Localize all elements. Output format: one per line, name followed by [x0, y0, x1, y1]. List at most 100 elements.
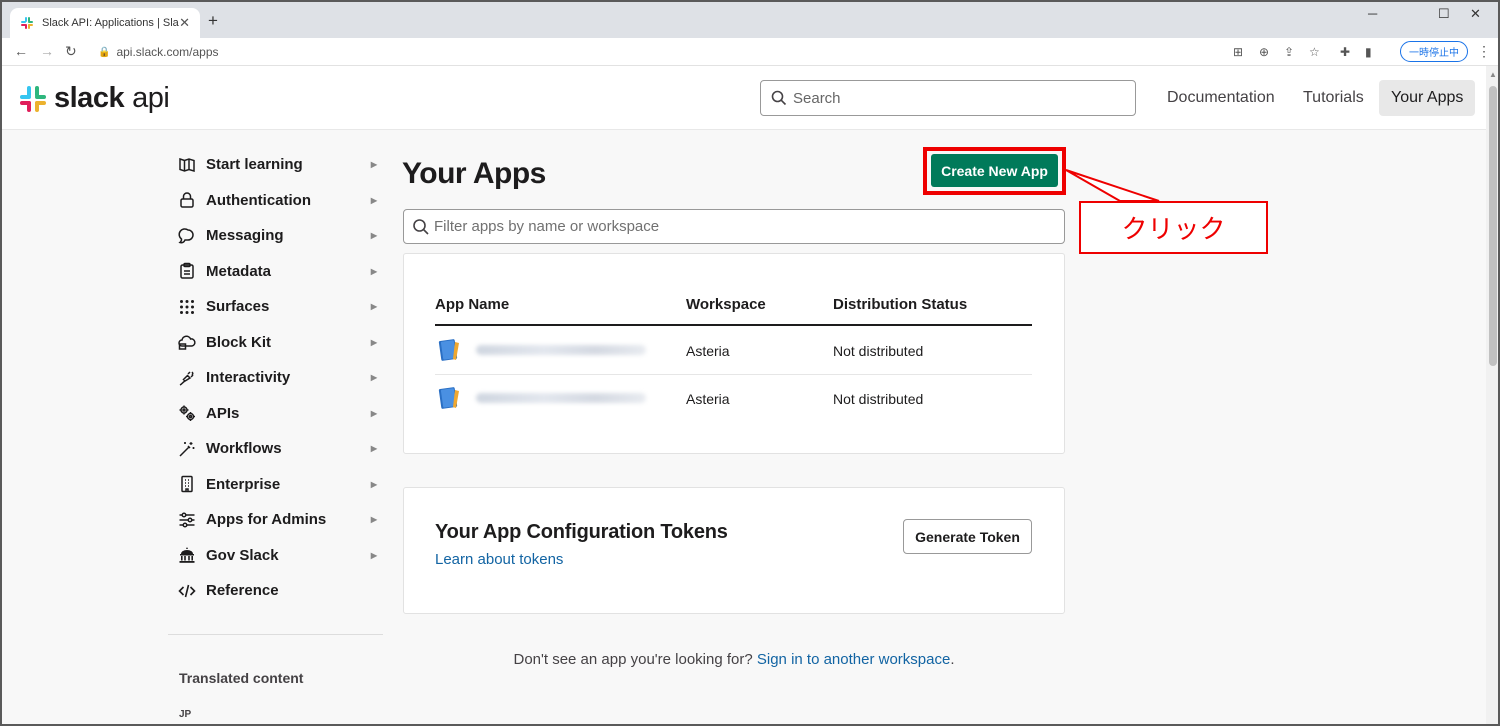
language-link-jp[interactable]: JP: [179, 709, 191, 720]
caret-right-icon: ▶: [370, 550, 377, 560]
wand-icon: [178, 440, 196, 458]
table-cell-workspace: Asteria: [686, 343, 730, 359]
filter-placeholder: Filter apps by name or workspace: [434, 218, 660, 235]
sidebar-item-reference[interactable]: Reference: [168, 573, 383, 609]
generate-token-button[interactable]: Generate Token: [903, 519, 1032, 554]
page-title: Your Apps: [402, 157, 546, 190]
nav-documentation[interactable]: Documentation: [1155, 80, 1287, 116]
chat-icon: [178, 227, 196, 245]
clipboard-icon: [178, 262, 196, 280]
government-icon: [178, 546, 196, 564]
lock-icon: 🔒: [98, 46, 111, 58]
table-cell-status: Not distributed: [833, 343, 924, 359]
caret-right-icon: ▶: [370, 302, 377, 312]
search-input[interactable]: Search: [760, 80, 1136, 116]
url-text: api.slack.com/apps: [116, 45, 219, 59]
tab-strip: Slack API: Applications | Slack ✕ + ─ ☐ …: [2, 2, 1498, 38]
plug-icon: [178, 369, 196, 387]
cloud-blocks-icon: [178, 333, 196, 351]
sign-in-another-workspace-link[interactable]: Sign in to another workspace: [757, 651, 950, 668]
sidebar-item-start-learning[interactable]: Start learning ▶: [168, 147, 383, 183]
forward-icon[interactable]: →: [40, 43, 54, 59]
logo-text: slack api: [54, 82, 170, 114]
sidebar-nav: Start learning ▶ Authentication ▶ Messag…: [168, 147, 383, 609]
reload-icon[interactable]: ↻: [65, 43, 77, 60]
nav-tutorials[interactable]: Tutorials: [1291, 80, 1376, 116]
side-panel-icon[interactable]: ▮: [1365, 45, 1372, 59]
sidebar-item-surfaces[interactable]: Surfaces ▶: [168, 289, 383, 325]
url-bar[interactable]: 🔒 api.slack.com/apps: [90, 41, 1390, 63]
new-tab-button[interactable]: +: [208, 11, 218, 31]
app-icon[interactable]: [437, 338, 463, 362]
translate-icon[interactable]: ⊞: [1233, 45, 1243, 59]
column-header-app-name: App Name: [435, 296, 510, 313]
back-icon[interactable]: ←: [14, 43, 28, 59]
browser-menu-icon[interactable]: ⋮: [1477, 43, 1491, 60]
sidebar-item-apis[interactable]: APIs ▶: [168, 396, 383, 432]
sidebar-item-messaging[interactable]: Messaging ▶: [168, 218, 383, 254]
sliders-icon: [178, 511, 196, 529]
site-header: slack api Search Documentation Tutorials …: [2, 66, 1486, 130]
caret-right-icon: ▶: [370, 337, 377, 347]
search-icon: [413, 218, 429, 235]
slack-favicon-icon: [21, 17, 33, 29]
sidebar-item-apps-for-admins[interactable]: Apps for Admins ▶: [168, 502, 383, 538]
gears-icon: [178, 404, 196, 422]
sidebar-item-enterprise[interactable]: Enterprise ▶: [168, 467, 383, 503]
caret-right-icon: ▶: [370, 515, 377, 525]
slack-api-logo[interactable]: slack api: [18, 82, 170, 115]
search-icon: [771, 90, 787, 106]
table-cell-status: Not distributed: [833, 391, 924, 407]
scroll-up-icon[interactable]: ▲: [1489, 70, 1497, 79]
zoom-icon[interactable]: ⊕: [1259, 45, 1269, 59]
code-icon: [178, 582, 196, 600]
share-icon[interactable]: ⇪: [1284, 45, 1294, 59]
filter-apps-input[interactable]: Filter apps by name or workspace: [403, 209, 1065, 244]
address-bar-row: ← → ↻ 🔒 api.slack.com/apps ⊞ ⊕ ⇪ ☆ ✚ ▮ 一…: [2, 38, 1498, 66]
create-new-app-button[interactable]: Create New App: [931, 154, 1058, 187]
table-header-divider: [435, 324, 1032, 326]
app-icon[interactable]: [437, 386, 463, 410]
sidebar-item-gov-slack[interactable]: Gov Slack ▶: [168, 538, 383, 574]
app-name-redacted[interactable]: [476, 393, 646, 403]
map-icon: [178, 156, 196, 174]
page-scrollbar[interactable]: ▲: [1486, 66, 1498, 724]
nav-your-apps[interactable]: Your Apps: [1379, 80, 1476, 116]
sidebar-item-interactivity[interactable]: Interactivity ▶: [168, 360, 383, 396]
tab-close-icon[interactable]: ✕: [179, 15, 190, 31]
column-header-workspace: Workspace: [686, 296, 766, 313]
caret-right-icon: ▶: [370, 373, 377, 383]
caret-right-icon: ▶: [370, 408, 377, 418]
caret-right-icon: ▶: [370, 195, 377, 205]
scrollbar-thumb[interactable]: [1489, 86, 1497, 366]
column-header-distribution-status: Distribution Status: [833, 296, 968, 313]
tab-title: Slack API: Applications | Slack: [42, 17, 180, 29]
caret-right-icon: ▶: [370, 266, 377, 276]
lock-icon: [178, 191, 196, 209]
caret-right-icon: ▶: [370, 479, 377, 489]
browser-tab[interactable]: Slack API: Applications | Slack ✕: [10, 8, 200, 38]
translated-content-heading: Translated content: [179, 670, 304, 686]
learn-about-tokens-link[interactable]: Learn about tokens: [435, 551, 563, 568]
caret-right-icon: ▶: [370, 160, 377, 170]
config-tokens-title: Your App Configuration Tokens: [435, 521, 728, 543]
table-cell-workspace: Asteria: [686, 391, 730, 407]
sidebar-item-metadata[interactable]: Metadata ▶: [168, 254, 383, 290]
table-row-divider: [435, 374, 1032, 375]
sidebar-item-workflows[interactable]: Workflows ▶: [168, 431, 383, 467]
extensions-icon[interactable]: ✚: [1340, 45, 1350, 59]
maximize-icon[interactable]: ☐: [1438, 6, 1450, 22]
callout-label: クリック: [1079, 201, 1268, 254]
caret-right-icon: ▶: [370, 444, 377, 454]
minimize-icon[interactable]: ─: [1368, 6, 1377, 21]
sync-paused-button[interactable]: 一時停止中: [1400, 41, 1468, 62]
window-close-icon[interactable]: ✕: [1470, 6, 1481, 22]
sidebar-item-authentication[interactable]: Authentication ▶: [168, 183, 383, 219]
slack-logo-icon: [20, 85, 46, 112]
search-placeholder: Search: [793, 89, 841, 107]
caret-right-icon: ▶: [370, 231, 377, 241]
bookmark-star-icon[interactable]: ☆: [1309, 45, 1320, 59]
app-name-redacted[interactable]: [476, 345, 646, 355]
footer-help-text: Don't see an app you're looking for? Sig…: [513, 651, 955, 668]
sidebar-item-block-kit[interactable]: Block Kit ▶: [168, 325, 383, 361]
